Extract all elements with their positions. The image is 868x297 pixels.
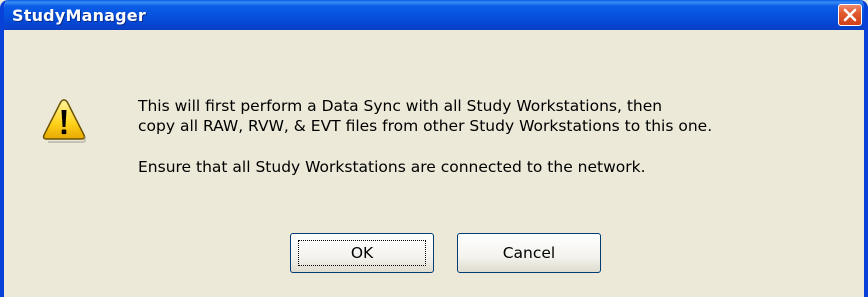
title-bar[interactable]: StudyManager — [4, 0, 864, 30]
message-line-1: This will first perform a Data Sync with… — [138, 97, 663, 115]
close-button[interactable] — [838, 4, 862, 26]
dialog-message: This will first perform a Data Sync with… — [138, 96, 712, 177]
message-line-3: Ensure that all Study Workstations are c… — [138, 158, 646, 176]
window-title: StudyManager — [12, 6, 146, 25]
message-line-2: copy all RAW, RVW, & EVT files from othe… — [138, 117, 713, 135]
ok-button[interactable]: OK — [290, 233, 434, 273]
ok-button-label: OK — [350, 244, 374, 262]
warning-icon — [41, 97, 87, 143]
cancel-button-label: Cancel — [502, 244, 556, 262]
cancel-button[interactable]: Cancel — [457, 233, 601, 273]
dialog-window: StudyManager This will first perform a D… — [0, 0, 868, 297]
close-icon — [843, 8, 857, 22]
